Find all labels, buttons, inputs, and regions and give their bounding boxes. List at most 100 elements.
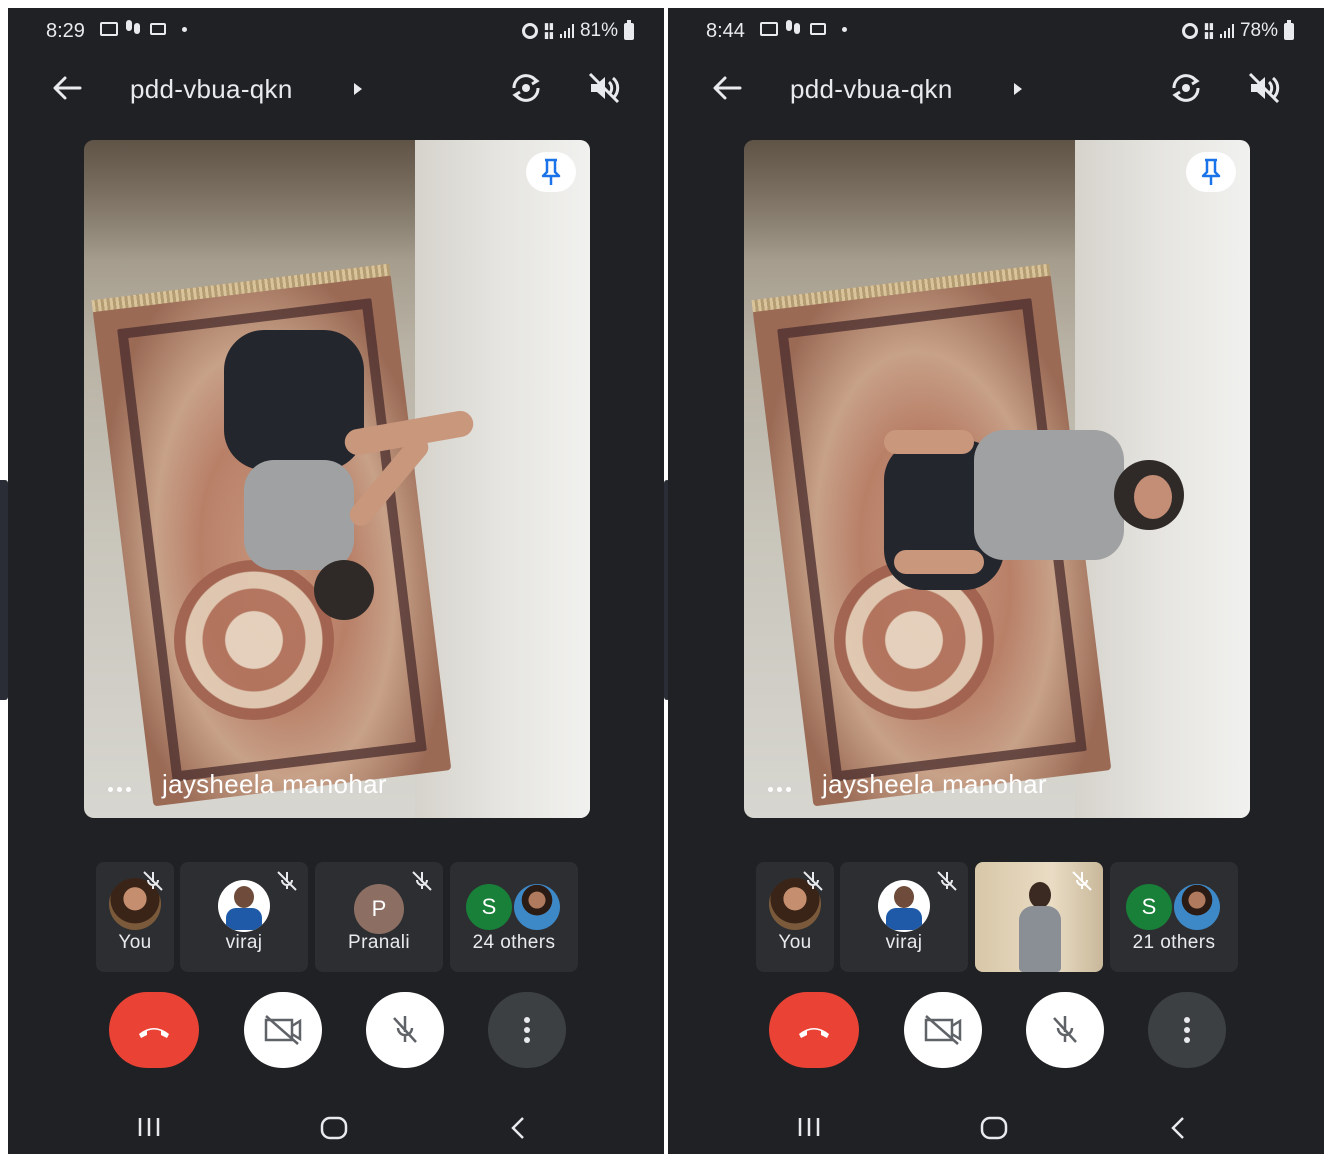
alarm-icon [522,23,539,39]
battery-percent: 81% [579,20,618,41]
more-dots-icon[interactable] [768,787,791,792]
participant-tile-you[interactable]: You [756,862,834,972]
more-vert-icon [524,1017,530,1043]
participant-tile-viraj[interactable]: viraj [840,862,968,972]
avatar [514,884,560,930]
back-arrow-button[interactable] [50,72,86,104]
main-video-tile[interactable]: jaysheela manohar [744,140,1250,818]
camera-flip-icon [512,74,540,102]
participant-tile-others[interactable]: S 21 others [1110,862,1238,972]
meeting-code[interactable]: pdd-vbua-qkn [130,74,293,105]
recents-icon[interactable] [136,1116,162,1138]
meeting-code[interactable]: pdd-vbua-qkn [790,74,953,105]
pin-button[interactable] [1186,152,1236,192]
thumbnail-person [1019,882,1061,972]
participant-label: 21 others [1132,932,1216,953]
status-time: 8:44 [706,20,745,42]
participant-video-thumbnail[interactable] [975,862,1103,972]
participant-name: jaysheela manohar [822,769,1047,799]
video-icon [150,23,166,35]
more-dots-icon[interactable] [108,787,131,792]
signal-icon [559,24,574,38]
battery-icon [624,19,634,40]
pin-icon [1201,158,1221,185]
back-icon[interactable] [1168,1116,1188,1140]
signal-icon [1219,24,1234,38]
phone-screen-1: 8:29 ▮▮ ▮▮ 81% pdd-vbua-qkn jaysheela ma… [8,8,664,1154]
audio-output-button[interactable] [586,70,622,106]
main-video-tile[interactable]: jaysheela manohar [84,140,590,818]
system-nav-bar [668,1104,1324,1154]
gallery-icon [760,22,778,36]
call-controls [668,992,1324,1072]
participant-label: viraj [225,932,263,953]
avatar [878,880,930,932]
avatar [218,880,270,932]
participant-tile-viraj[interactable]: viraj [180,862,308,972]
call-controls [8,992,664,1072]
muted-mic-icon [277,871,297,891]
footsteps-icon [126,20,142,38]
footsteps-icon [786,20,802,38]
back-icon[interactable] [508,1116,528,1140]
meeting-header: pdd-vbua-qkn [8,64,664,112]
dot-icon [842,26,847,32]
participant-tile-others[interactable]: S 24 others [450,862,578,972]
participant-label: Pranali [348,932,410,953]
avatar [1174,884,1220,930]
dot-icon [182,26,187,32]
switch-camera-button[interactable] [1168,70,1204,106]
camera-off-icon [924,1015,962,1045]
muted-mic-icon [143,871,163,891]
more-options-button[interactable] [488,992,566,1068]
status-time: 8:29 [46,20,85,42]
status-bar: 8:29 ▮▮ ▮▮ 81% [8,8,664,52]
recents-icon[interactable] [796,1116,822,1138]
mic-off-icon [393,1016,417,1043]
video-icon [810,23,826,35]
muted-mic-icon [412,871,432,891]
avatar: S [466,884,512,930]
alarm-icon [1182,23,1199,39]
speaker-off-icon [588,72,620,104]
participant-tile-you[interactable]: You [96,862,174,972]
status-bar: 8:44 ▮▮ ▮▮ 78% [668,8,1324,52]
camera-toggle-button[interactable] [244,992,322,1068]
audio-output-button[interactable] [1246,70,1282,106]
participant-label: You [118,932,152,953]
back-arrow-button[interactable] [710,72,746,104]
participant-tile-pranali[interactable]: P Pranali [315,862,443,972]
pin-button[interactable] [526,152,576,192]
system-nav-bar [8,1104,664,1154]
mic-toggle-button[interactable] [1026,992,1104,1068]
avatar: S [1126,884,1172,930]
end-call-icon [799,1028,829,1038]
meeting-header: pdd-vbua-qkn [668,64,1324,112]
muted-mic-icon [1072,871,1092,891]
muted-mic-icon [937,871,957,891]
battery-icon [1284,19,1294,40]
gallery-icon [100,22,118,36]
participant-name: jaysheela manohar [162,769,387,799]
back-arrow-icon [713,76,742,100]
home-icon[interactable] [320,1116,348,1140]
more-vert-icon [1184,1017,1190,1043]
phone-screen-2: 8:44 ▮▮ ▮▮ 78% pdd-vbua-qkn jaysheela ma… [668,8,1324,1154]
mic-off-icon [1053,1016,1077,1043]
mic-toggle-button[interactable] [366,992,444,1068]
avatar: P [354,884,404,934]
switch-camera-button[interactable] [508,70,544,106]
camera-flip-icon [1172,74,1200,102]
caret-right-icon[interactable] [1014,83,1022,95]
caret-right-icon[interactable] [354,83,362,95]
camera-toggle-button[interactable] [904,992,982,1068]
more-options-button[interactable] [1148,992,1226,1068]
participant-label: viraj [885,932,923,953]
volte-icon: ▮▮ ▮▮ [1204,21,1214,40]
home-icon[interactable] [980,1116,1008,1140]
battery-percent: 78% [1239,20,1278,41]
end-call-button[interactable] [769,992,859,1068]
back-arrow-icon [53,76,82,100]
end-call-icon [139,1028,169,1038]
end-call-button[interactable] [109,992,199,1068]
